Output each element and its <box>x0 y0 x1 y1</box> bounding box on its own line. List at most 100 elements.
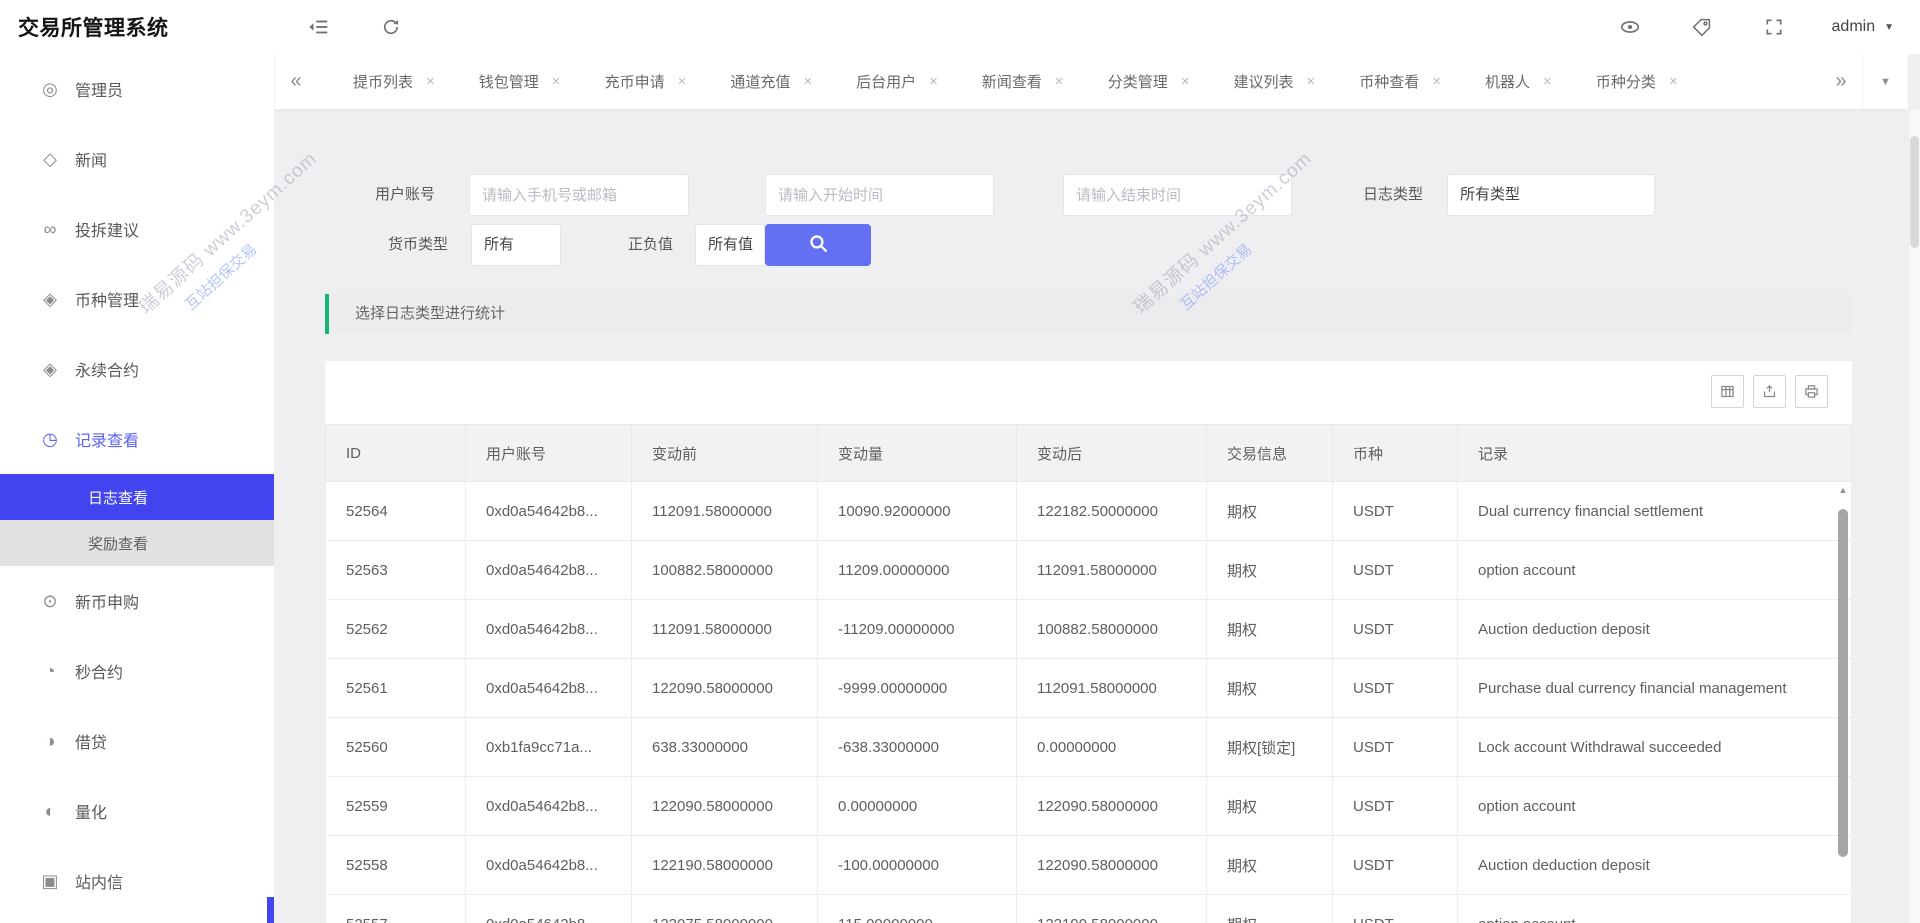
sidebar-subitem-log-view[interactable]: 日志查看 <box>0 474 274 520</box>
sidebar-item-quant[interactable]: ◐ 量化 <box>0 776 274 846</box>
sign-select[interactable]: 所有值 <box>695 224 765 266</box>
sidebar-item-perpetual-contract[interactable]: ◈ 永续合约 <box>0 334 274 404</box>
tab-close-icon[interactable]: × <box>678 73 687 90</box>
search-button[interactable] <box>765 224 871 266</box>
cell-coin: USDT <box>1332 481 1458 541</box>
cell-coin: USDT <box>1332 599 1458 659</box>
tabs-scroll-left-icon[interactable]: « <box>275 70 317 93</box>
cell-after: 112091.58000000 <box>1016 658 1207 718</box>
cell-note: option account <box>1457 894 1852 923</box>
tab-label: 提币列表 <box>353 74 414 91</box>
table-scrollbar-thumb[interactable] <box>1838 509 1848 857</box>
sidebar-subitem-label: 奖励查看 <box>88 535 149 553</box>
sidebar-item-second-contract[interactable]: ◔ 秒合约 <box>0 636 274 706</box>
cell-note: option account <box>1457 540 1852 600</box>
tab[interactable]: 提币列表 × <box>331 54 457 109</box>
page-scrollbar-thumb[interactable] <box>1910 136 1919 248</box>
end-time-input[interactable] <box>1063 174 1292 216</box>
sidebar-subitem-label: 日志查看 <box>88 489 149 507</box>
tab-close-icon[interactable]: × <box>1543 73 1552 90</box>
page-scrollbar[interactable] <box>1908 110 1920 923</box>
tab-label: 新闻查看 <box>981 74 1042 91</box>
filter-columns-button[interactable] <box>1711 375 1744 408</box>
print-button[interactable] <box>1795 375 1828 408</box>
sidebar-item-news[interactable]: ◇ 新闻 <box>0 124 274 194</box>
tab-close-icon[interactable]: × <box>1669 73 1678 90</box>
account-input[interactable] <box>469 174 689 216</box>
cell-after: 122182.50000000 <box>1016 481 1207 541</box>
cell-before: 122090.58000000 <box>631 776 818 836</box>
tab[interactable]: 币种分类 × <box>1574 54 1700 109</box>
tab[interactable]: 新闻查看 × <box>960 54 1086 109</box>
sidebar-item-label: 管理员 <box>75 83 124 100</box>
sidebar-item-label: 记录查看 <box>75 433 140 450</box>
tab[interactable]: 分类管理 × <box>1086 54 1212 109</box>
tab[interactable]: 币种查看 × <box>1337 54 1463 109</box>
tab-close-icon[interactable]: × <box>1432 73 1441 90</box>
tab-close-icon[interactable]: × <box>1181 73 1190 90</box>
cell-before: 100882.58000000 <box>631 540 818 600</box>
table-scrollbar[interactable]: ▲ <box>1837 485 1849 917</box>
sidebar-subitem-reward-view[interactable]: 奖励查看 <box>0 520 274 566</box>
tab[interactable]: 通道充值 × <box>708 54 834 109</box>
table-row: 52560 0xb1fa9cc71a... 638.33000000 -638.… <box>325 717 1852 777</box>
scroll-up-icon[interactable]: ▲ <box>1837 485 1849 495</box>
cell-before: 122090.58000000 <box>631 658 818 718</box>
tab-close-icon[interactable]: × <box>426 73 435 90</box>
currency-type-select[interactable]: 所有 <box>471 224 561 266</box>
cell-coin: USDT <box>1332 776 1458 836</box>
main-content: 用户账号 日志类型 所有类型 货币类型 所有 正负值 所有值 选择日志类型进行统… <box>275 110 1908 923</box>
news-tag-icon: ◇ <box>43 148 57 169</box>
tag-icon[interactable] <box>1688 13 1716 41</box>
sidebar: ◎ 管理员 ◇ 新闻 ∞ 投拆建议 ◈ 币种管理 ◈ 永续合约 ◷ 记录查看 日… <box>0 54 275 923</box>
cell-after: 0.00000000 <box>1016 717 1207 777</box>
cell-after: 122090.58000000 <box>1016 776 1207 836</box>
cell-account: 0xd0a54642b8... <box>465 481 632 541</box>
cell-coin: USDT <box>1332 894 1458 923</box>
start-time-input[interactable] <box>765 174 994 216</box>
sidebar-item-record-view[interactable]: ◷ 记录查看 <box>0 404 274 474</box>
tabs-scroll-right-icon[interactable]: » <box>1820 70 1862 93</box>
sidebar-item-feedback[interactable]: ∞ 投拆建议 <box>0 194 274 264</box>
sidebar-item-lending[interactable]: ◑ 借贷 <box>0 706 274 776</box>
tab-close-icon[interactable]: × <box>1306 73 1315 90</box>
cell-change: -638.33000000 <box>817 717 1017 777</box>
fullscreen-icon[interactable] <box>1760 13 1788 41</box>
sidebar-item-coin-management[interactable]: ◈ 币种管理 <box>0 264 274 334</box>
cell-after: 122190.58000000 <box>1016 894 1207 923</box>
collapse-sidebar-icon[interactable] <box>305 13 333 41</box>
cell-before: 122190.58000000 <box>631 835 818 895</box>
tab[interactable]: 后台用户 × <box>834 54 960 109</box>
sidebar-item-new-coin-subscribe[interactable]: ⊙ 新币申购 <box>0 566 274 636</box>
tab[interactable]: 钱包管理 × <box>457 54 583 109</box>
tab-close-icon[interactable]: × <box>1055 73 1064 90</box>
tab[interactable]: 机器人 × <box>1463 54 1574 109</box>
chevron-down-icon: ▼ <box>1884 21 1894 33</box>
cell-note: Lock account Withdrawal succeeded <box>1457 717 1852 777</box>
export-button[interactable] <box>1753 375 1786 408</box>
refresh-icon[interactable] <box>377 13 405 41</box>
app-title: 交易所管理系统 <box>18 17 169 40</box>
tab-close-icon[interactable]: × <box>803 73 812 90</box>
tab-close-icon[interactable]: × <box>929 73 938 90</box>
column-header: 变动量 <box>817 424 1017 482</box>
user-menu[interactable]: admin ▼ <box>1832 18 1894 36</box>
sidebar-item-label: 站内信 <box>75 875 124 892</box>
preview-eye-icon[interactable] <box>1616 13 1644 41</box>
sidebar-item-label: 秒合约 <box>75 665 124 682</box>
tab-close-icon[interactable]: × <box>552 73 561 90</box>
cell-info: 期权 <box>1206 599 1333 659</box>
table-row: 52562 0xd0a54642b8... 112091.58000000 -1… <box>325 599 1852 659</box>
cell-info: 期权[锁定] <box>1206 717 1333 777</box>
sidebar-scrollbar-thumb[interactable] <box>267 897 274 923</box>
cell-after: 100882.58000000 <box>1016 599 1207 659</box>
tab[interactable]: 充币申请 × <box>583 54 709 109</box>
sidebar-item-site-mail[interactable]: ▣ 站内信 <box>0 846 274 916</box>
info-alert: 选择日志类型进行统计 <box>325 294 1852 334</box>
tab[interactable]: 建议列表 × <box>1211 54 1337 109</box>
log-type-select[interactable]: 所有类型 <box>1447 174 1655 216</box>
tab-bar: « 提币列表 × 钱包管理 × 充币申请 × 通道充值 × 后台用户 × 新闻查… <box>275 54 1908 110</box>
tabs-dropdown-icon[interactable]: ▼ <box>1862 54 1908 109</box>
tab-label: 机器人 <box>1485 74 1531 91</box>
sidebar-item-admin[interactable]: ◎ 管理员 <box>0 54 274 124</box>
